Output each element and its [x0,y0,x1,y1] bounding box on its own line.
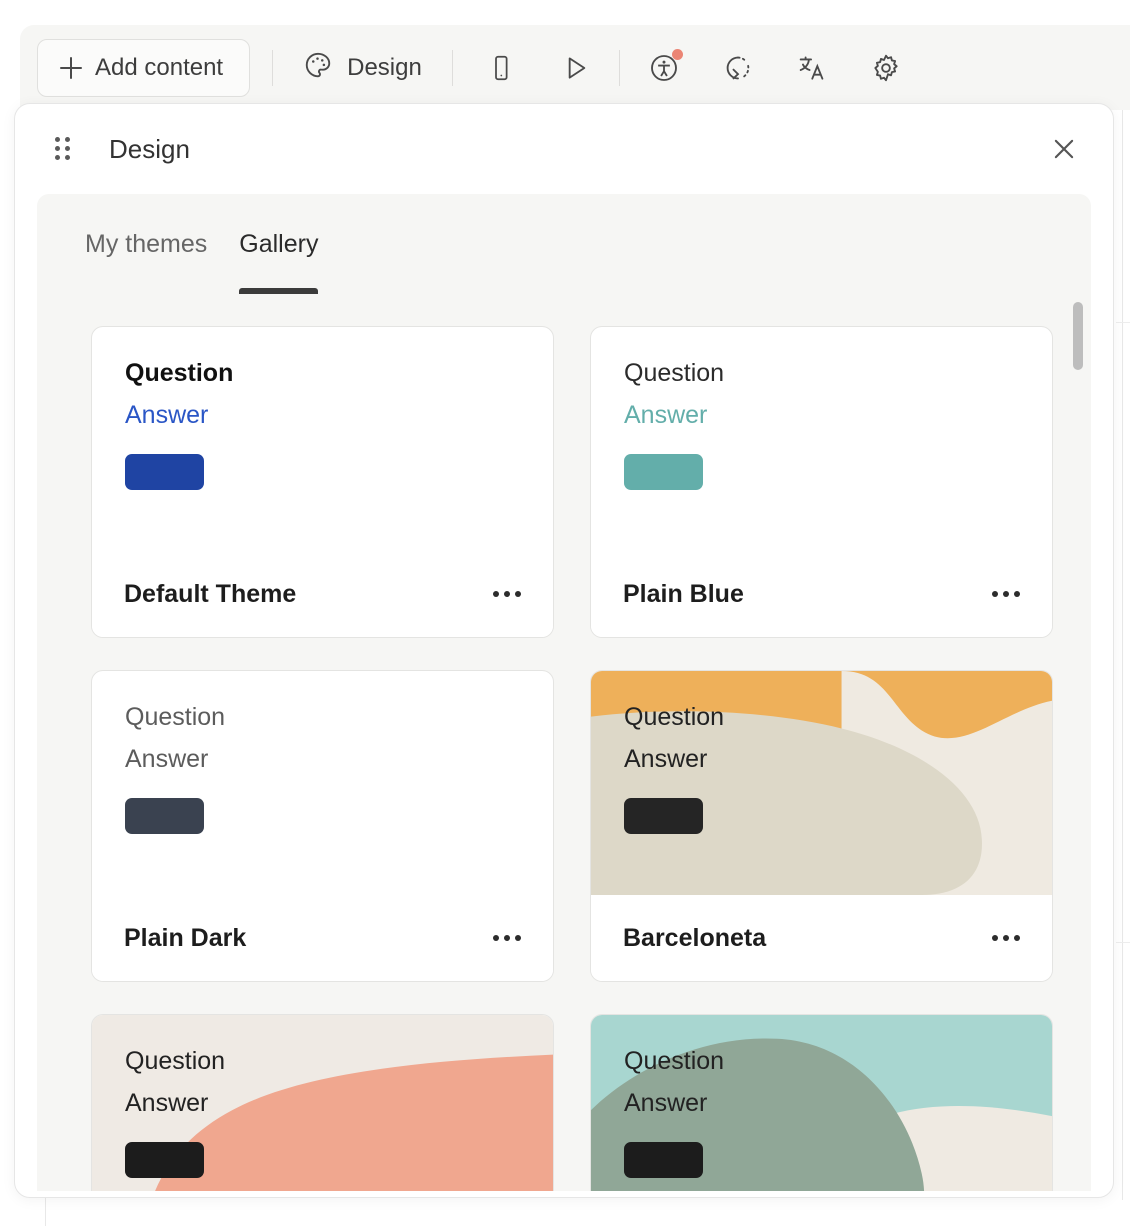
theme-preview: Question Answer [92,327,553,551]
preview-accent-button [125,1142,204,1178]
gallery-scrollbar-thumb[interactable] [1073,302,1083,370]
theme-preview-text: Question Answer [92,327,553,490]
add-content-label: Add content [95,53,224,81]
design-toolbar-label: Design [347,53,422,81]
theme-card[interactable]: Question Answer [590,1014,1053,1191]
theme-preview: Question Answer [92,1015,553,1191]
accessibility-icon[interactable] [638,42,690,94]
canvas-guide-line-top [1116,322,1130,323]
mobile-preview-icon[interactable] [475,42,527,94]
more-options-icon[interactable] [984,921,1028,955]
drag-dots-icon[interactable] [55,137,73,161]
theme-card[interactable]: Question Answer Plain Blue [590,326,1053,638]
theme-card[interactable]: Question Answer Barceloneta [590,670,1053,982]
theme-card[interactable]: Question Answer Plain Dark [91,670,554,982]
preview-accent-button [624,798,703,834]
design-toolbar-button[interactable]: Design [295,44,430,91]
theme-name-label: Default Theme [124,579,297,608]
theme-preview: Question Answer [92,671,553,895]
more-options-icon[interactable] [485,577,529,611]
theme-preview-text: Question Answer [92,671,553,834]
reset-loop-icon[interactable] [712,42,764,94]
theme-name-label: Plain Dark [124,923,247,952]
theme-card[interactable]: Question Answer Default Theme [91,326,554,638]
preview-answer-label: Answer [125,745,209,773]
app-stage: Add content Design Design My themes Gall… [0,0,1130,1226]
tab-my-themes[interactable]: My themes [69,194,223,294]
preview-answer-label: Answer [125,401,209,429]
gallery-scrollbar-track[interactable] [1071,294,1085,1191]
top-toolbar: Add content Design [20,25,1130,110]
more-options-icon[interactable] [485,921,529,955]
preview-answer-label: Answer [624,401,708,429]
tab-my-themes-label: My themes [85,229,208,258]
tab-gallery-label: Gallery [239,229,319,258]
settings-gear-icon[interactable] [860,42,912,94]
theme-preview-text: Question Answer [591,327,1052,490]
toolbar-separator-3 [618,49,620,86]
theme-card[interactable]: Question Answer [91,1014,554,1191]
theme-card-footer: Plain Dark [92,895,553,981]
design-panel-header: Design [15,104,1113,194]
canvas-edge-line [1122,110,1123,1200]
accessibility-notification-badge [671,48,683,60]
preview-question-label: Question [624,359,725,387]
preview-answer-label: Answer [624,745,708,773]
theme-preview-text: Question Answer [92,1015,553,1178]
close-icon[interactable] [1041,126,1087,172]
preview-accent-button [125,798,204,834]
preview-question-label: Question [125,359,234,387]
preview-accent-button [125,454,204,490]
toolbar-separator-1 [272,49,274,86]
design-tab-bar: My themes Gallery [37,194,1091,294]
preview-accent-button [624,454,703,490]
theme-preview: Question Answer [591,327,1052,551]
palette-icon [303,50,333,85]
theme-preview: Question Answer [591,1015,1052,1191]
preview-question-label: Question [125,1047,226,1075]
theme-name-label: Barceloneta [623,923,767,952]
play-preview-icon[interactable] [549,42,601,94]
theme-card-footer: Barceloneta [591,895,1052,981]
design-panel: Design My themes Gallery Question Answer… [14,103,1114,1198]
theme-card-footer: Plain Blue [591,551,1052,637]
canvas-left-guide-line [45,1198,46,1226]
theme-gallery-scroll-area[interactable]: Question Answer Default Theme Question A… [37,294,1091,1191]
preview-accent-button [624,1142,703,1178]
more-options-icon[interactable] [984,577,1028,611]
toolbar-separator-2 [451,49,453,86]
theme-card-footer: Default Theme [92,551,553,637]
preview-question-label: Question [125,703,226,731]
theme-gallery-grid: Question Answer Default Theme Question A… [37,294,1091,1191]
canvas-guide-line-bottom [1116,942,1130,943]
preview-answer-label: Answer [624,1089,708,1117]
preview-question-label: Question [624,1047,725,1075]
preview-answer-label: Answer [125,1089,209,1117]
theme-preview: Question Answer [591,671,1052,895]
translate-icon[interactable] [786,42,838,94]
theme-preview-text: Question Answer [591,1015,1052,1178]
plus-icon [60,56,82,79]
preview-question-label: Question [624,703,725,731]
theme-preview-text: Question Answer [591,671,1052,834]
add-content-button[interactable]: Add content [37,38,251,97]
theme-name-label: Plain Blue [623,579,744,608]
design-panel-title: Design [109,133,190,164]
tab-gallery[interactable]: Gallery [223,194,334,294]
